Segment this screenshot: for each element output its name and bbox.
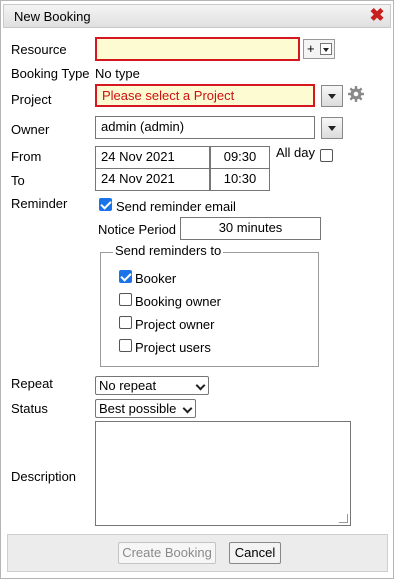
status-select-value: Best possible [99, 401, 177, 416]
add-resource-button[interactable]: + [303, 39, 335, 59]
status-label: Status [11, 401, 48, 416]
notice-period-input[interactable]: 30 minutes [180, 217, 321, 240]
description-label: Description [11, 469, 77, 484]
chevron-down-icon [182, 403, 193, 414]
repeat-label: Repeat [11, 376, 53, 391]
booking-type-label: Booking Type [11, 66, 90, 81]
booking-type-value: No type [95, 66, 140, 81]
new-booking-dialog: New Booking ✖ Resource + Booking Type No… [0, 0, 394, 579]
create-booking-button[interactable]: Create Booking [118, 542, 216, 564]
dialog-titlebar: New Booking ✖ [3, 4, 391, 28]
to-time-input[interactable]: 10:30 [210, 168, 270, 191]
resource-label: Resource [11, 42, 67, 57]
project-users-label: Project users [135, 340, 211, 355]
reminder-recipients-legend: Send reminders to [113, 243, 224, 258]
dialog-title: New Booking [14, 9, 91, 24]
resource-input[interactable] [95, 37, 300, 61]
chevron-down-icon [195, 380, 206, 391]
booker-checkbox[interactable] [119, 270, 132, 283]
project-label: Project [11, 92, 52, 107]
owner-label: Owner [11, 122, 50, 137]
repeat-select-value: No repeat [99, 378, 157, 393]
booker-label: Booker [135, 271, 177, 286]
repeat-select[interactable]: No repeat [95, 376, 209, 395]
to-date-input[interactable]: 24 Nov 2021 [95, 168, 210, 191]
owner-select[interactable]: admin (admin) [95, 116, 315, 139]
status-select[interactable]: Best possible [95, 399, 196, 418]
project-dropdown-button[interactable] [321, 85, 343, 107]
to-label: To [11, 173, 25, 188]
notice-period-label: Notice Period [98, 222, 177, 237]
all-day-checkbox[interactable] [320, 149, 333, 162]
send-reminder-label: Send reminder email [116, 199, 236, 214]
cancel-button[interactable]: Cancel [229, 542, 281, 564]
project-owner-label: Project owner [135, 317, 215, 332]
from-label: From [11, 149, 42, 164]
description-textarea[interactable] [95, 421, 351, 526]
owner-dropdown-button[interactable] [321, 117, 343, 139]
project-owner-checkbox[interactable] [119, 316, 132, 329]
chevron-down-icon [328, 94, 336, 99]
reminder-label: Reminder [11, 196, 68, 211]
close-icon[interactable]: ✖ [368, 6, 386, 24]
chevron-down-icon [328, 126, 336, 131]
all-day-label: All day [276, 145, 316, 160]
project-select[interactable]: Please select a Project [95, 84, 315, 107]
gear-icon[interactable] [347, 85, 365, 103]
add-resource-label: + [307, 41, 315, 56]
resize-grip-icon[interactable] [339, 514, 348, 523]
chevron-down-icon [320, 43, 332, 55]
booking-owner-checkbox[interactable] [119, 293, 132, 306]
from-time-input[interactable]: 09:30 [210, 146, 270, 169]
booking-owner-label: Booking owner [135, 294, 221, 309]
send-reminder-checkbox[interactable] [99, 198, 112, 211]
project-users-checkbox[interactable] [119, 339, 132, 352]
from-date-input[interactable]: 24 Nov 2021 [95, 146, 210, 169]
